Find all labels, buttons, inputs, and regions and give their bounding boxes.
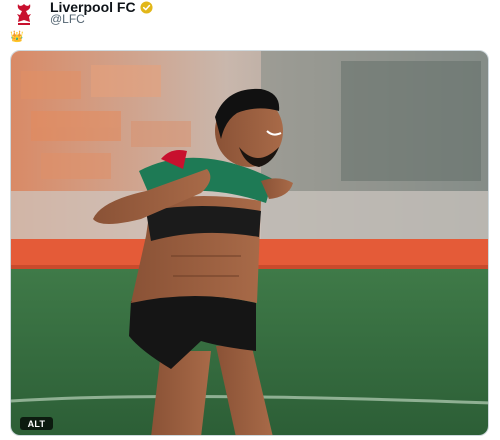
lfc-crest-icon[interactable] [10,2,38,26]
author-handle[interactable]: @LFC [50,12,85,26]
alt-text-button[interactable]: ALT [20,417,53,430]
verified-badge-icon [140,0,153,14]
training-photo-illustration [11,51,488,435]
tweet-text: 👑 [10,31,24,43]
tweet-photo[interactable] [10,50,489,436]
tweet-header: Liverpool FC @LFC 👑 [0,0,500,46]
